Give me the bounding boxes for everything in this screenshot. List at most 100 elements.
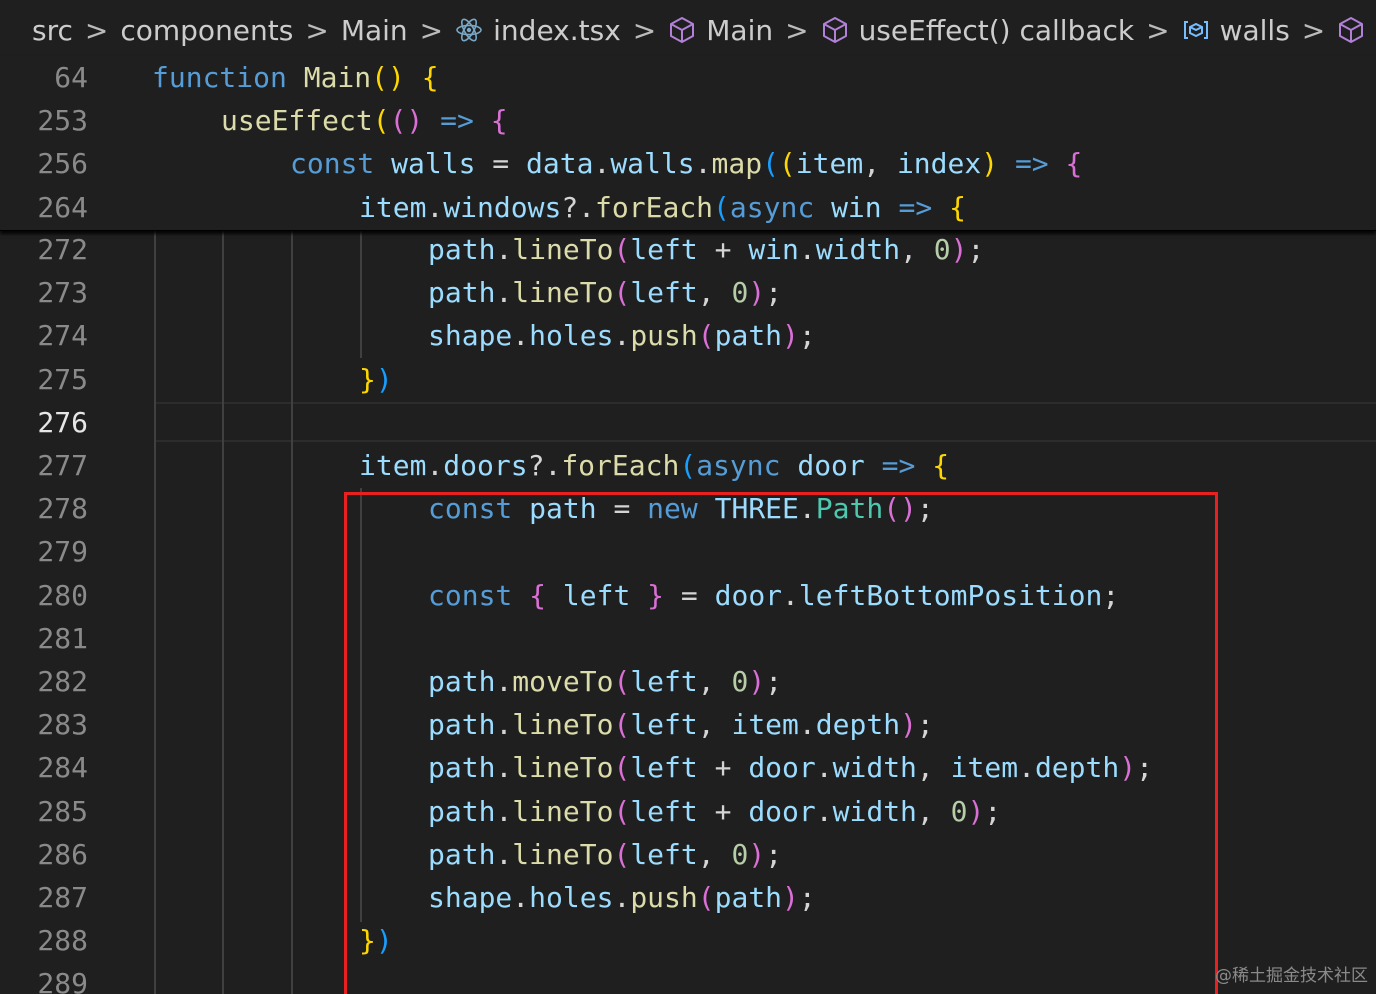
line-number: 282: [37, 665, 88, 698]
line-number: 288: [37, 924, 88, 958]
code-line[interactable]: 276: [0, 401, 1376, 444]
code-text: useEffect(() => {: [221, 99, 508, 142]
breadcrumb-label: walls: [1219, 13, 1290, 47]
code-token: (: [762, 147, 779, 181]
code-token: ,: [900, 233, 934, 266]
breadcrumb-label: Main: [340, 13, 408, 47]
breadcrumb-item-useeffect-callback[interactable]: useEffect() callback: [821, 14, 1134, 47]
code-token: =: [475, 147, 527, 181]
code-token: (): [371, 61, 405, 94]
code-token: {: [490, 104, 508, 138]
code-editor[interactable]: 64 function Main() {253 useEffect(() => {2…: [0, 56, 1376, 994]
code-line[interactable]: 256 const walls = data.walls.map((item, i…: [0, 142, 1376, 185]
code-token: path: [428, 276, 496, 310]
code-token: ): [782, 319, 799, 353]
line-number: 253: [37, 104, 88, 138]
code-token: path: [714, 319, 783, 353]
code-token: ): [950, 233, 968, 266]
code-token: item: [359, 190, 427, 224]
code-text: function Main() {: [152, 56, 439, 99]
code-token: left: [630, 233, 698, 266]
code-token: door: [797, 449, 865, 482]
sticky-scroll-header[interactable]: 64 function Main() {253 useEffect(() => {2…: [0, 56, 1376, 231]
code-token: walls: [391, 147, 476, 181]
code-token: .: [495, 233, 513, 266]
line-number: 287: [37, 881, 88, 914]
code-line[interactable]: 253 useEffect(() => {: [0, 99, 1376, 142]
breadcrumb-item-src[interactable]: src: [32, 14, 73, 47]
line-number: 279: [37, 535, 88, 569]
code-token: ;: [967, 233, 985, 266]
code-token: holes: [529, 319, 614, 353]
breadcrumb-item-main-folder[interactable]: Main: [341, 14, 408, 47]
code-text: path.lineTo(left + win.width, 0);: [428, 228, 984, 271]
line-number: 283: [37, 708, 88, 742]
code-line[interactable]: 277 item.doors?.forEach(async door => {: [0, 444, 1376, 487]
line-number: 274: [37, 319, 88, 353]
react-icon: [456, 18, 482, 42]
code-token: map: [711, 147, 763, 181]
code-text: path.lineTo(left, 0);: [428, 271, 782, 314]
code-token: item: [795, 147, 864, 181]
code-line[interactable]: 272 path.lineTo(left + win.width, 0);: [0, 228, 1376, 271]
breadcrumb-separator: >: [419, 13, 444, 47]
breadcrumb-item-index-tsx[interactable]: index.tsx: [455, 14, 621, 47]
code-token: walls: [610, 147, 695, 181]
breadcrumb-separator: >: [305, 13, 329, 47]
code-token: windows: [443, 190, 562, 224]
code-token: =>: [881, 449, 916, 482]
code-token: doors: [443, 449, 528, 482]
code-token: useEffect: [221, 104, 373, 138]
code-token: forEach: [561, 449, 680, 482]
code-token: .: [613, 319, 631, 353]
code-line[interactable]: 273 path.lineTo(left, 0);: [0, 271, 1376, 314]
breadcrumb: src > components > Main > index.tsx > Ma…: [0, 0, 1376, 60]
code-token: const: [290, 147, 375, 181]
code-token: 0: [731, 276, 749, 310]
breadcrumb-separator: >: [1301, 13, 1326, 47]
code-text: }): [359, 358, 393, 401]
code-token: ?.: [527, 449, 562, 482]
code-token: .: [593, 147, 611, 181]
cube-icon: [822, 17, 847, 43]
code-token: (: [778, 147, 796, 181]
breadcrumb-label: index.tsx: [493, 13, 621, 47]
code-token: {: [1065, 147, 1083, 181]
highlight-box: [344, 492, 1218, 994]
code-token: .: [495, 276, 513, 310]
code-token: (: [697, 319, 715, 353]
line-number: 281: [37, 621, 88, 655]
code-line[interactable]: 264 item.windows?.forEach(async win => {: [0, 186, 1376, 229]
code-token: {: [932, 449, 950, 482]
code-text: shape.holes.push(path);: [428, 314, 816, 357]
code-token: shape: [428, 319, 513, 353]
code-token: push: [630, 319, 698, 353]
code-line[interactable]: 274 shape.holes.push(path);: [0, 314, 1376, 357]
code-token: lineTo: [512, 276, 614, 310]
code-text: item.doors?.forEach(async door => {: [359, 444, 949, 487]
code-token: ): [981, 147, 999, 181]
code-token: ;: [765, 276, 783, 310]
code-token: =>: [898, 190, 933, 224]
breadcrumb-separator: >: [785, 13, 809, 47]
breadcrumb-item-components[interactable]: components: [120, 14, 293, 47]
code-token: path: [428, 233, 496, 266]
code-token: ;: [798, 319, 816, 353]
indent-guide: [291, 230, 293, 994]
code-line[interactable]: 275}): [0, 358, 1376, 401]
code-token: (: [372, 104, 390, 138]
indent-guide: [222, 230, 224, 994]
code-line[interactable]: 64 function Main() {: [0, 56, 1376, 99]
line-number: 284: [37, 751, 88, 785]
breadcrumb-item-walls[interactable]: walls: [1182, 14, 1290, 47]
breadcrumb-item-more[interactable]: [1337, 16, 1375, 44]
breadcrumb-item-main-function[interactable]: Main: [668, 14, 773, 47]
code-token: ): [375, 362, 393, 396]
indent-guide: [360, 230, 362, 358]
